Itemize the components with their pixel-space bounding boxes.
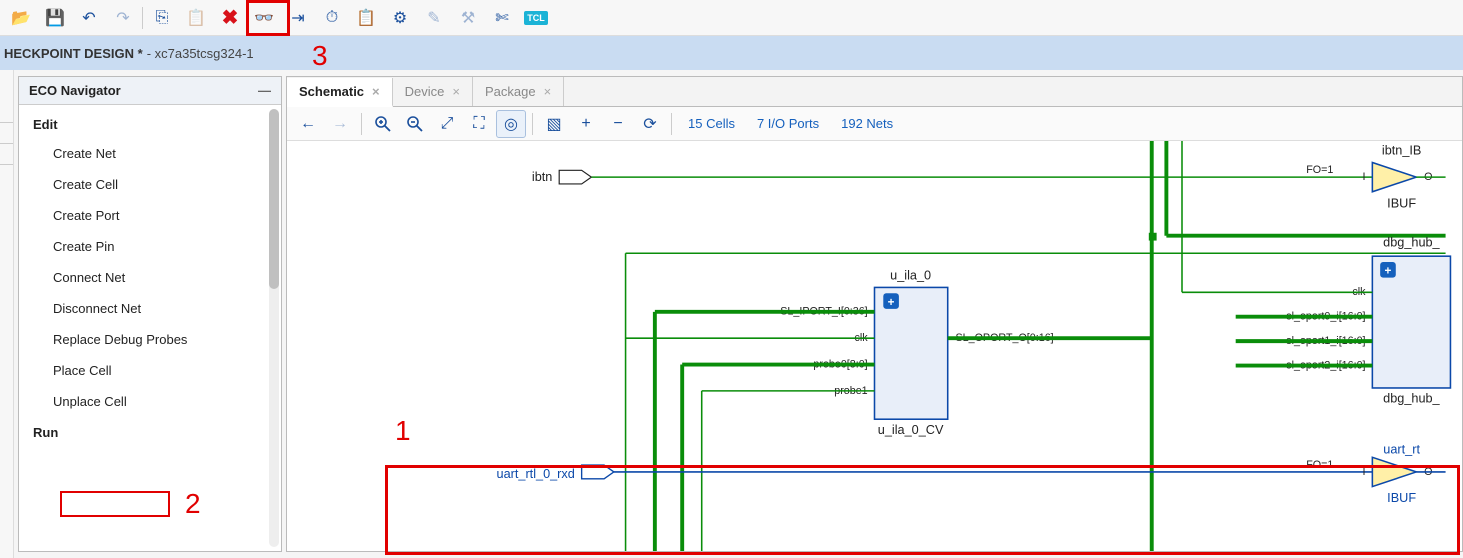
- sidebar-item-create-pin[interactable]: Create Pin: [23, 231, 281, 262]
- tab-label: Package: [485, 84, 536, 99]
- sidebar-item-create-net[interactable]: Create Net: [23, 138, 281, 169]
- eco-navigator-header: ECO Navigator —: [19, 77, 281, 105]
- cancel-icon[interactable]: ✖: [213, 3, 247, 33]
- tcl-icon[interactable]: TCL: [519, 3, 553, 33]
- close-icon[interactable]: ×: [452, 84, 460, 99]
- cell-label-ibtn-ibuf-top: ibtn_IB: [1382, 144, 1422, 158]
- annotation-box-2: [60, 491, 170, 517]
- close-icon[interactable]: ×: [544, 84, 552, 99]
- scrollbar-thumb[interactable]: [269, 109, 279, 289]
- annotation-box-3: [246, 0, 290, 36]
- timer-icon[interactable]: ⏱: [315, 3, 349, 33]
- clipboard-icon[interactable]: 📋: [349, 3, 383, 33]
- zoom-fit-icon[interactable]: ⤢: [432, 110, 462, 138]
- cell-label-ibtn-ibuf-bot: IBUF: [1387, 196, 1416, 210]
- eco-navigator-title: ECO Navigator: [29, 83, 121, 98]
- cell-label-uila-top: u_ila_0: [890, 269, 931, 283]
- sidebar-item-create-port[interactable]: Create Port: [23, 200, 281, 231]
- design-title-bar: HECKPOINT DESIGN * - xc7a35tcsg324-1: [0, 36, 1463, 70]
- zoom-out-icon[interactable]: [400, 110, 430, 138]
- paste-icon: 📋: [179, 3, 213, 33]
- undo-icon[interactable]: ↶: [72, 3, 106, 33]
- close-icon[interactable]: ×: [372, 84, 380, 99]
- zoom-select-icon[interactable]: ⛶: [464, 110, 494, 138]
- annotation-label-1: 1: [395, 415, 411, 447]
- redo-icon: ↷: [106, 3, 140, 33]
- add-icon[interactable]: +: [571, 110, 601, 138]
- main-toolbar: 📂💾↶↷⎘📋✖👓⇥⏱📋⚙✎⚒✄TCL: [0, 0, 1463, 36]
- separator: [361, 113, 362, 135]
- sidebar-section-head: Edit: [23, 109, 281, 138]
- eco-navigator-body: EditCreate NetCreate CellCreate PortCrea…: [19, 105, 281, 551]
- separator: [142, 7, 143, 29]
- junction: [1149, 233, 1157, 241]
- pencil-icon: ⚒: [451, 3, 485, 33]
- refresh-icon[interactable]: ⟳: [635, 110, 665, 138]
- cell-label-uila-bot: u_ila_0_CV: [878, 423, 944, 437]
- sidebar-item-connect-net[interactable]: Connect Net: [23, 262, 281, 293]
- sidebar-item-unplace-cell[interactable]: Unplace Cell: [23, 386, 281, 417]
- zoom-in-icon[interactable]: [368, 110, 398, 138]
- pin-label: I: [1363, 171, 1366, 183]
- eco-navigator-panel: ECO Navigator — EditCreate NetCreate Cel…: [18, 76, 282, 552]
- port-label-ibtn: ibtn: [532, 170, 552, 184]
- nets-link[interactable]: 192 Nets: [841, 116, 893, 131]
- left-gutter: [0, 70, 14, 558]
- cells-link[interactable]: 15 Cells: [688, 116, 735, 131]
- cell-ibuf-ibtn[interactable]: [1372, 162, 1416, 191]
- save-icon[interactable]: 💾: [38, 3, 72, 33]
- sidebar-item-place-cell[interactable]: Place Cell: [23, 355, 281, 386]
- sidebar-item-replace-debug-probes[interactable]: Replace Debug Probes: [23, 324, 281, 355]
- annotation-box-1: [385, 465, 1460, 555]
- tab-package[interactable]: Package ×: [473, 77, 564, 106]
- design-title: HECKPOINT DESIGN *: [4, 46, 143, 61]
- minimize-icon[interactable]: —: [258, 83, 271, 98]
- expand-plus: +: [1385, 265, 1392, 278]
- nav-forward-icon[interactable]: →: [325, 110, 355, 138]
- tab-label: Device: [405, 84, 445, 99]
- nav-back-icon[interactable]: ←: [293, 110, 323, 138]
- annotation-label-3: 3: [312, 40, 328, 72]
- cell-label-dbghub-bot: dbg_hub_: [1383, 392, 1440, 406]
- auto-fit-icon[interactable]: ◎: [496, 110, 526, 138]
- tab-schematic[interactable]: Schematic ×: [287, 78, 393, 107]
- sidebar-item-disconnect-net[interactable]: Disconnect Net: [23, 293, 281, 324]
- settings-icon[interactable]: ⚙: [383, 3, 417, 33]
- separator: [532, 113, 533, 135]
- separator: [671, 113, 672, 135]
- open-icon[interactable]: 📂: [4, 3, 38, 33]
- cut-icon[interactable]: ✄: [485, 3, 519, 33]
- view-tabs: Schematic × Device × Package ×: [287, 77, 1462, 107]
- schematic-toolbar: ← → ⤢ ⛶ ◎ ▧ + − ⟳ 15 Cells 7 I/O Ports 1…: [287, 107, 1462, 141]
- cell-label-dbghub-top: dbg_hub_: [1383, 235, 1440, 249]
- design-part: - xc7a35tcsg324-1: [147, 46, 254, 61]
- tab-label: Schematic: [299, 84, 364, 99]
- gutter-tab[interactable]: [0, 152, 13, 165]
- ports-link[interactable]: 7 I/O Ports: [757, 116, 819, 131]
- annotation-label-2: 2: [185, 488, 201, 520]
- gutter-tab[interactable]: [0, 110, 13, 123]
- port-ibtn[interactable]: [559, 170, 591, 184]
- sidebar-section-head: Run: [23, 417, 281, 446]
- remove-icon[interactable]: −: [603, 110, 633, 138]
- gutter-tab[interactable]: [0, 131, 13, 144]
- cell-label-uart-ibuf-top: uart_rt: [1383, 442, 1420, 456]
- copy-icon[interactable]: ⎘: [145, 3, 179, 33]
- regenerate-icon[interactable]: ▧: [539, 110, 569, 138]
- tab-device[interactable]: Device ×: [393, 77, 473, 106]
- fanout-label: FO=1: [1306, 164, 1333, 176]
- expand-plus: +: [888, 296, 895, 309]
- wand-icon: ✎: [417, 3, 451, 33]
- sidebar-item-create-cell[interactable]: Create Cell: [23, 169, 281, 200]
